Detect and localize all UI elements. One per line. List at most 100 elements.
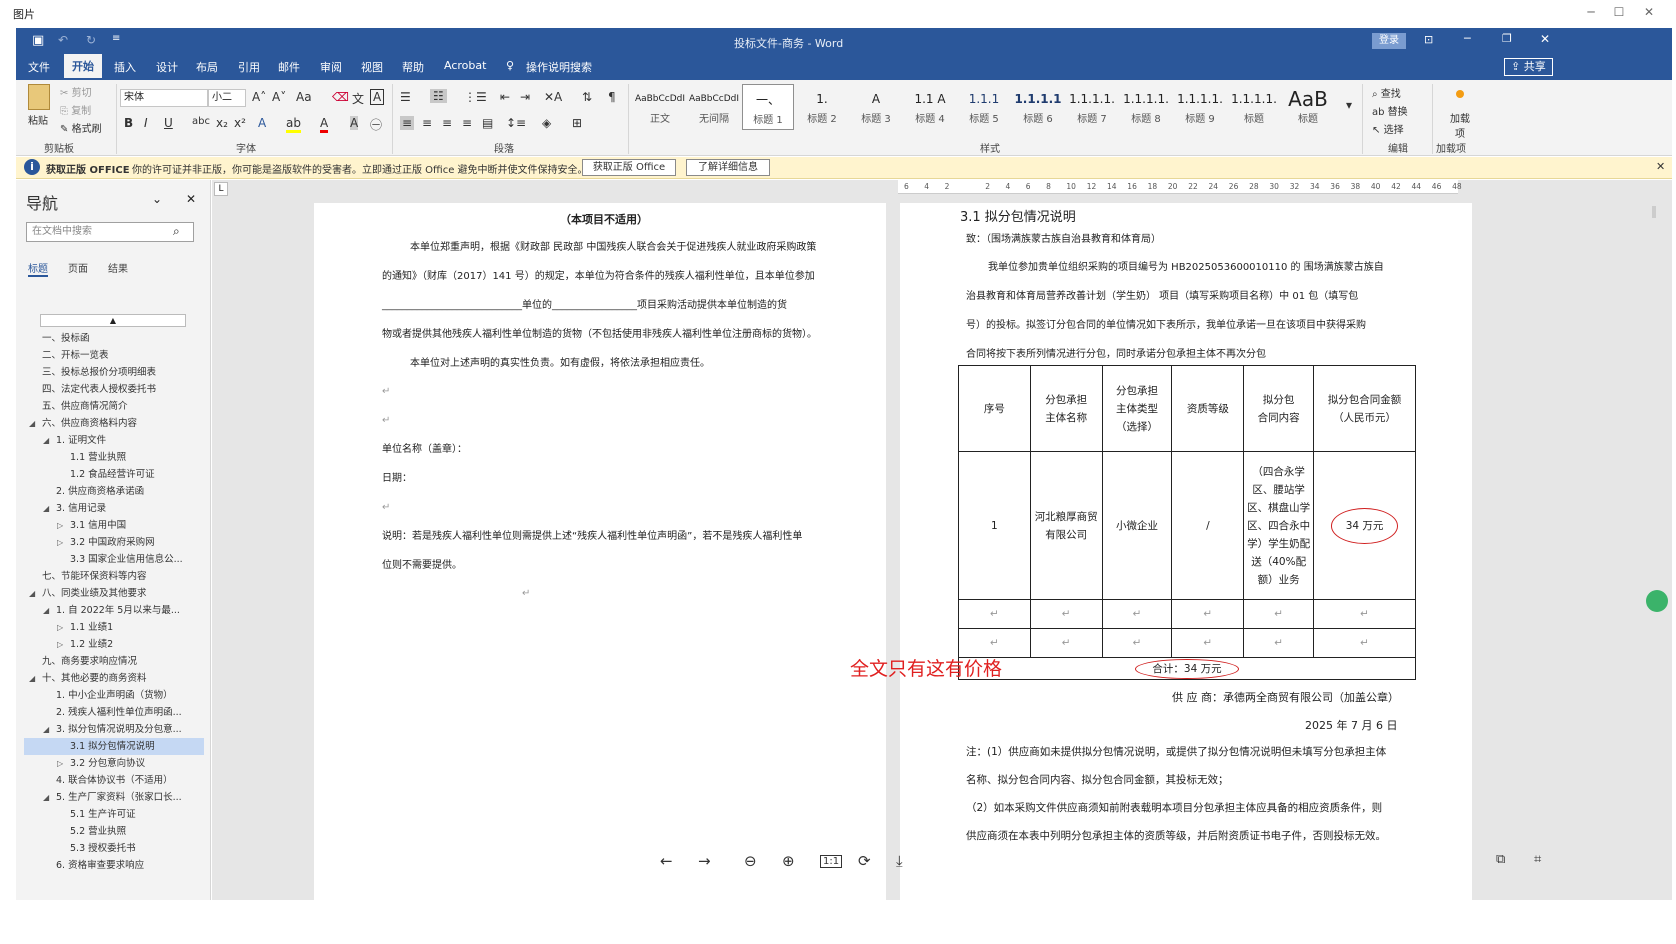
- nav-heading-item[interactable]: ◢ 3. 拟分包情况说明及分包意...: [24, 721, 204, 738]
- multilevel-list-icon[interactable]: ⋮☰: [464, 90, 487, 104]
- style-item[interactable]: 1. 标题 2: [796, 84, 848, 130]
- line-spacing-icon[interactable]: ↕≡: [506, 116, 526, 130]
- nav-heading-item[interactable]: ◢ 3. 信用记录: [24, 500, 204, 517]
- style-item[interactable]: AaBbCcDdI 无间隔: [688, 84, 740, 130]
- justify-icon[interactable]: ≡: [462, 116, 472, 130]
- nav-heading-item[interactable]: 1.2 食品经营许可证: [24, 466, 204, 483]
- nav-search-input[interactable]: 在文档中搜索: [26, 222, 194, 242]
- numbering-icon[interactable]: ☷: [430, 89, 447, 103]
- nav-heading-item[interactable]: 三、投标总报价分项明细表: [24, 364, 204, 381]
- tab-acrobat[interactable]: Acrobat: [444, 59, 486, 72]
- enclose-char-icon[interactable]: ㊀: [370, 116, 382, 133]
- nav-heading-item[interactable]: ▷ 3.2 中国政府采购网: [24, 534, 204, 551]
- collapse-arrow-icon[interactable]: ◢: [29, 670, 35, 687]
- nav-heading-item[interactable]: 1. 中小企业声明函（货物）: [24, 687, 204, 704]
- tab-references[interactable]: 引用: [238, 59, 260, 75]
- nav-heading-item[interactable]: ◢ 八、同类业绩及其他要求: [24, 585, 204, 602]
- char-shading-icon[interactable]: A: [350, 116, 359, 130]
- collapse-arrow-icon[interactable]: ◢: [43, 789, 49, 806]
- nav-options-icon[interactable]: ⌄: [152, 192, 162, 206]
- phonetic-guide-icon[interactable]: 文: [352, 90, 364, 107]
- copy-button[interactable]: ⎘ 复制: [60, 102, 91, 117]
- nav-heading-item[interactable]: ◢ 1. 自 2022年 5月以来与最...: [24, 602, 204, 619]
- word-minimize-icon[interactable]: ─: [1464, 32, 1471, 45]
- strikethrough-icon[interactable]: abc: [192, 116, 210, 127]
- font-color-icon[interactable]: A: [320, 116, 329, 133]
- nav-heading-item[interactable]: 4. 联合体协议书（不适用）: [24, 772, 204, 789]
- font-size-combo[interactable]: 小二: [208, 89, 246, 107]
- nav-heading-item[interactable]: 5.1 生产许可证: [24, 806, 204, 823]
- tab-help[interactable]: 帮助: [402, 59, 424, 75]
- learn-more-button[interactable]: 了解详细信息: [686, 159, 770, 176]
- nav-tab-headings[interactable]: 标题: [28, 260, 48, 277]
- style-item[interactable]: 一、 标题 1: [742, 84, 794, 130]
- get-genuine-office-button[interactable]: 获取正版 Office: [582, 159, 676, 176]
- distributed-icon[interactable]: ▤: [482, 116, 493, 130]
- select-button[interactable]: ↖ 选择: [1372, 121, 1404, 136]
- nav-heading-item[interactable]: ▷ 1.2 业绩2: [24, 636, 204, 653]
- replace-button[interactable]: ab 替换: [1372, 103, 1408, 118]
- word-restore-icon[interactable]: ❐: [1502, 32, 1512, 45]
- sort-icon[interactable]: ⇅: [582, 90, 592, 104]
- ribbon-display-icon[interactable]: ⊡: [1424, 33, 1433, 46]
- assistant-bubble-icon[interactable]: [1646, 590, 1668, 612]
- style-item[interactable]: AaB 标题: [1282, 84, 1334, 130]
- find-button[interactable]: ⌕ 查找: [1372, 85, 1401, 100]
- bullets-icon[interactable]: ☰: [400, 90, 411, 104]
- align-left-icon[interactable]: ≡: [400, 116, 415, 130]
- decrease-indent-icon[interactable]: ⇤: [500, 90, 510, 104]
- highlight-icon[interactable]: ab: [286, 116, 301, 133]
- style-item[interactable]: 1.1.1.1. 标题 7: [1066, 84, 1118, 130]
- style-item[interactable]: A 标题 3: [850, 84, 902, 130]
- customize-qat-icon[interactable]: ≡: [112, 33, 120, 44]
- word-close-icon[interactable]: ✕: [1540, 32, 1550, 46]
- nav-heading-item[interactable]: 3.3 国家企业信用信息公...: [24, 551, 204, 568]
- nav-search-icon[interactable]: ⌕: [173, 224, 180, 239]
- nav-heading-item[interactable]: 一、投标函: [24, 330, 204, 347]
- tab-view[interactable]: 视图: [361, 59, 383, 75]
- login-button[interactable]: 登录: [1372, 33, 1406, 49]
- minimize-icon[interactable]: ─: [1580, 3, 1602, 21]
- undo-icon[interactable]: ↶: [58, 33, 68, 47]
- nav-heading-item[interactable]: ▷ 3.2 分包意向协议: [24, 755, 204, 772]
- tab-design[interactable]: 设计: [156, 59, 178, 75]
- nav-close-icon[interactable]: ✕: [186, 192, 196, 206]
- style-item[interactable]: 1.1.1.1. 标题 8: [1120, 84, 1172, 130]
- paste-icon[interactable]: [28, 84, 50, 110]
- nav-tab-pages[interactable]: 页面: [68, 260, 88, 275]
- nav-heading-item[interactable]: 四、法定代表人授权委托书: [24, 381, 204, 398]
- grow-font-icon[interactable]: A˄: [252, 90, 266, 104]
- download-icon[interactable]: ⤓: [896, 852, 903, 870]
- next-image-icon[interactable]: →: [698, 852, 711, 870]
- nav-heading-item[interactable]: ◢ 5. 生产厂家资料（张家口长...: [24, 789, 204, 806]
- tab-selector-icon[interactable]: L: [214, 182, 228, 196]
- style-item[interactable]: 1.1.1 标题 5: [958, 84, 1010, 130]
- message-close-icon[interactable]: ✕: [1656, 160, 1665, 173]
- cut-button[interactable]: ✂ 剪切: [60, 84, 92, 99]
- nav-heading-item[interactable]: ◢ 1. 证明文件: [24, 432, 204, 449]
- paste-button[interactable]: 粘贴: [28, 112, 48, 127]
- nav-heading-item[interactable]: 5.2 营业执照: [24, 823, 204, 840]
- font-name-combo[interactable]: 宋体: [120, 89, 208, 107]
- align-right-icon[interactable]: ≡: [442, 116, 452, 130]
- style-item[interactable]: 1.1.1.1. 标题 9: [1174, 84, 1226, 130]
- tab-layout[interactable]: 布局: [196, 59, 218, 75]
- clear-format-icon[interactable]: ⌫: [332, 90, 349, 104]
- tab-file[interactable]: 文件: [28, 59, 50, 75]
- nav-heading-item[interactable]: 2. 残疾人福利性单位声明函...: [24, 704, 204, 721]
- maximize-icon[interactable]: ☐: [1608, 3, 1630, 21]
- format-painter-button[interactable]: ✎ 格式刷: [60, 120, 102, 135]
- nav-heading-item[interactable]: 6. 资格审查要求响应: [24, 857, 204, 874]
- change-case-icon[interactable]: Aa: [296, 90, 312, 104]
- nav-tab-results[interactable]: 结果: [108, 260, 128, 275]
- redo-icon[interactable]: ↻: [86, 33, 96, 47]
- style-item[interactable]: 1.1.1.1. 标题: [1228, 84, 1280, 130]
- nav-heading-item[interactable]: 3.1 拟分包情况说明: [24, 738, 204, 755]
- nav-heading-item[interactable]: ▷ 3.1 信用中国: [24, 517, 204, 534]
- collapse-arrow-icon[interactable]: ◢: [43, 602, 49, 619]
- nav-heading-item[interactable]: 二、开标一览表: [24, 347, 204, 364]
- style-item[interactable]: 1.1.1.1 标题 6: [1012, 84, 1064, 130]
- expand-arrow-icon[interactable]: ▷: [57, 534, 63, 551]
- scrollbar-thumb[interactable]: [1652, 206, 1656, 218]
- bold-icon[interactable]: B: [124, 116, 133, 130]
